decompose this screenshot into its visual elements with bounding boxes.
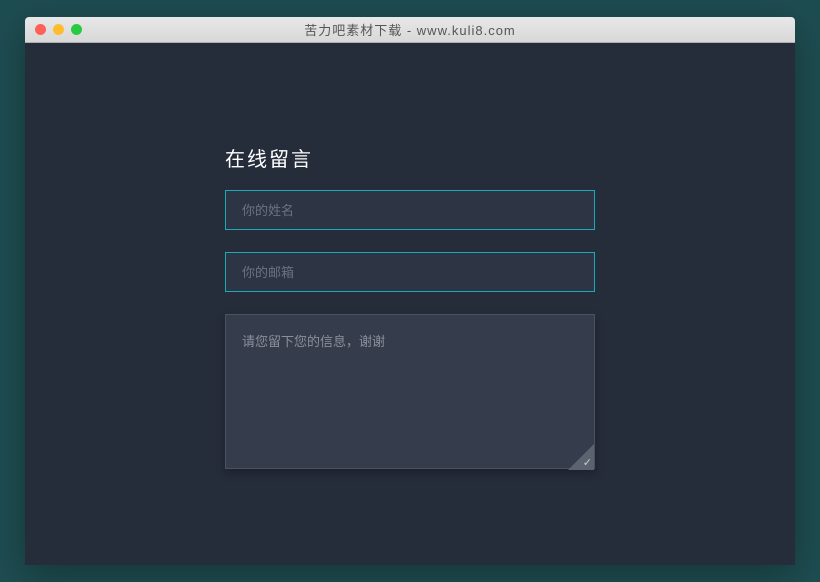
message-field[interactable] <box>225 314 595 469</box>
minimize-icon[interactable] <box>53 24 64 35</box>
content-area: 在线留言 ✓ <box>25 43 795 474</box>
maximize-icon[interactable] <box>71 24 82 35</box>
window-title: 苦力吧素材下载 - www.kuli8.com <box>304 20 516 39</box>
message-wrapper: ✓ <box>225 314 595 474</box>
close-icon[interactable] <box>35 24 46 35</box>
message-form: 在线留言 ✓ <box>225 143 595 474</box>
email-field[interactable] <box>225 252 595 292</box>
browser-window: 苦力吧素材下载 - www.kuli8.com 在线留言 ✓ <box>25 17 795 565</box>
name-field[interactable] <box>225 190 595 230</box>
form-title: 在线留言 <box>225 143 595 172</box>
titlebar: 苦力吧素材下载 - www.kuli8.com <box>25 17 795 43</box>
traffic-lights <box>35 24 82 35</box>
